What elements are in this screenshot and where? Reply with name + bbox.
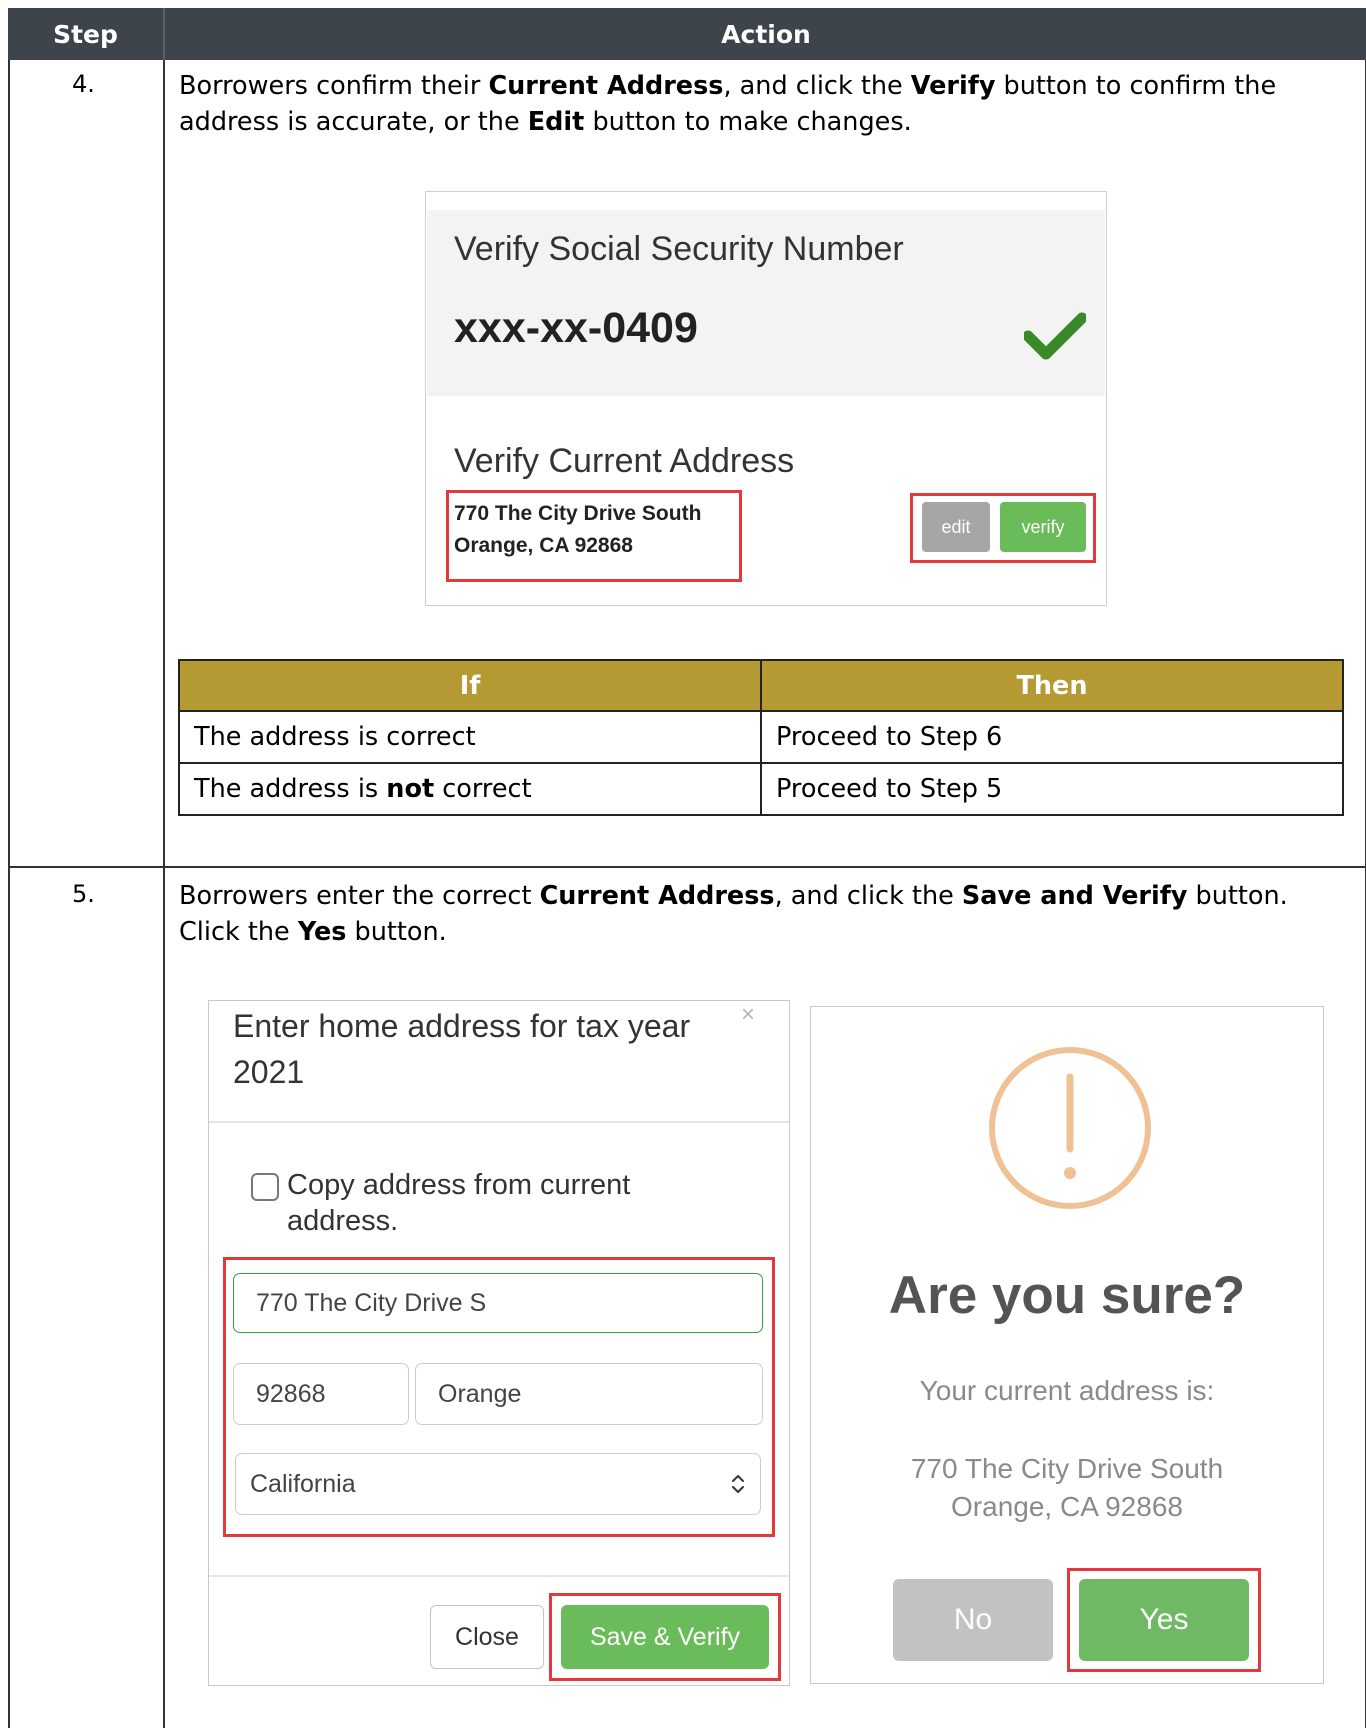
header-action: Action	[721, 19, 811, 49]
if-then-table: If Then The address is correct Proceed t…	[178, 659, 1344, 816]
current-address-label: Your current address is:	[919, 1375, 1215, 1406]
confirm-heading: Are you sure?	[888, 1266, 1246, 1325]
if-cell: The address is not correct	[178, 762, 762, 816]
inputs-highlight-box	[223, 1257, 775, 1537]
step-5-instructions: Borrowers enter the correct Current Addr…	[179, 881, 1288, 947]
table-row: The address is not correct Proceed to St…	[178, 762, 1344, 816]
step-4-number: 4.	[72, 70, 95, 98]
warning-icon	[989, 1047, 1151, 1209]
modal-title: Enter home address for tax year 2021	[233, 1008, 691, 1090]
ssn-title: Verify Social Security Number	[454, 230, 904, 268]
close-button[interactable]: Close	[430, 1605, 544, 1669]
close-icon[interactable]: ×	[741, 1001, 755, 1029]
confirm-address-line-1: 770 The City Drive South	[910, 1453, 1224, 1484]
header-step: Step	[53, 19, 118, 49]
confirm-address-line-2: Orange, CA 92868	[951, 1491, 1183, 1522]
modal-footer-divider	[209, 1575, 789, 1577]
ssn-value: xxx-xx-0409	[454, 304, 698, 352]
column-divider	[163, 60, 165, 1728]
address-highlight-box	[446, 490, 742, 582]
save-highlight-box	[549, 1593, 781, 1681]
if-cell: The address is correct	[178, 710, 762, 764]
buttons-highlight-box	[910, 493, 1096, 563]
copy-address-label: Copy address from current	[287, 1169, 631, 1201]
verify-ssn-screenshot: Verify Social Security Number xxx-xx-040…	[425, 191, 1107, 606]
modal-divider	[209, 1121, 789, 1123]
address-title: Verify Current Address	[454, 442, 795, 480]
confirm-dialog-screenshot: Are you sure? Your current address is: 7…	[810, 1006, 1324, 1684]
step-4-instructions: Borrowers confirm their Current Address,…	[179, 71, 1277, 137]
table-row: The address is correct Proceed to Step 6	[178, 710, 1344, 764]
address-modal-screenshot: Enter home address for tax year 2021 × C…	[208, 1000, 790, 1686]
table-header: Step Action	[8, 8, 1366, 60]
then-cell: Proceed to Step 6	[760, 710, 1344, 764]
no-button[interactable]: No	[893, 1579, 1053, 1661]
step-5-number: 5.	[72, 880, 95, 908]
if-then-header-row: If Then	[178, 659, 1344, 712]
yes-highlight-box	[1067, 1568, 1261, 1672]
then-cell: Proceed to Step 5	[760, 762, 1344, 816]
copy-address-label-cont: address.	[287, 1205, 399, 1237]
row-divider	[8, 866, 1366, 868]
if-header: If	[178, 659, 762, 712]
then-header: Then	[760, 659, 1344, 712]
checkmark-icon	[1024, 312, 1086, 360]
copy-address-checkbox[interactable]	[251, 1173, 279, 1201]
